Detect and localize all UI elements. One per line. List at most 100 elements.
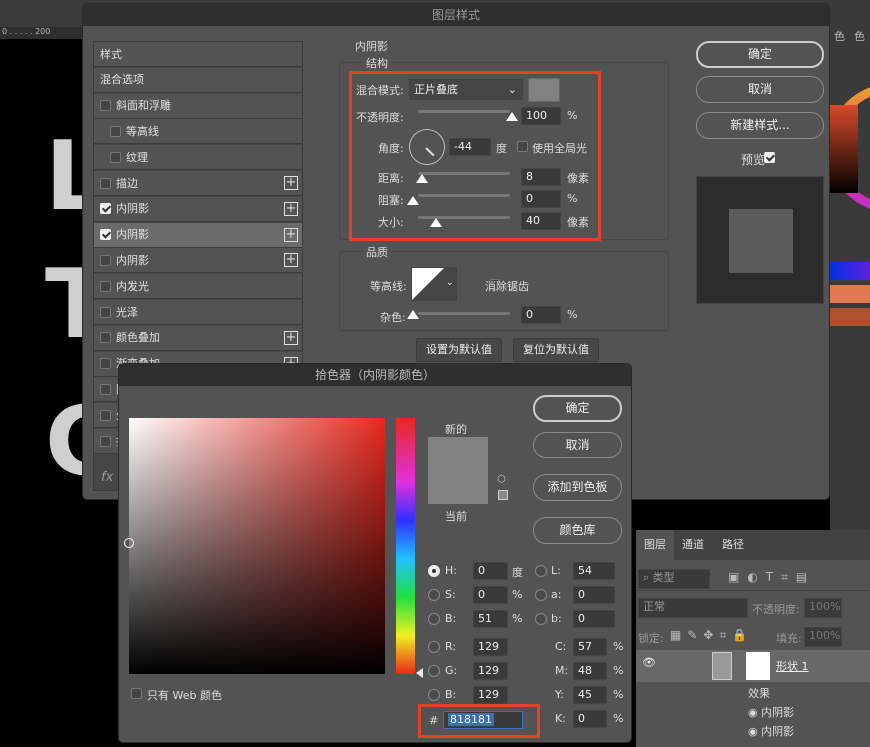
hsb-radio[interactable] <box>428 613 440 625</box>
style-checkbox[interactable] <box>100 254 111 266</box>
size-input[interactable]: 40 <box>521 212 561 230</box>
filter-icons[interactable]: ▣◐T⌗▤ <box>728 570 815 585</box>
style-list-item[interactable]: 描边 + <box>94 171 302 196</box>
style-checkbox[interactable] <box>100 203 111 215</box>
choke-slider[interactable] <box>418 194 510 197</box>
style-checkbox[interactable] <box>100 306 111 318</box>
layer-opacity-input[interactable]: 100% <box>804 598 842 618</box>
layer-name[interactable]: 形状 1 <box>776 658 809 674</box>
effect-item[interactable]: ◉ 内阴影 <box>748 723 794 739</box>
tab-layers[interactable]: 图层 <box>636 530 674 560</box>
style-checkbox[interactable] <box>100 177 111 189</box>
cancel-button[interactable]: 取消 <box>696 76 824 103</box>
style-checkbox[interactable] <box>100 435 111 447</box>
distance-slider-thumb[interactable] <box>416 174 428 183</box>
color-libraries-button[interactable]: 颜色库 <box>533 517 622 544</box>
lab-radio[interactable] <box>535 613 547 625</box>
eye-icon[interactable]: 👁 <box>642 656 656 669</box>
cmyk-input[interactable]: 48 <box>573 662 607 680</box>
style-checkbox[interactable] <box>100 100 111 112</box>
distance-input[interactable]: 8 <box>521 168 561 186</box>
blend-mode-select[interactable]: 正片叠底 ⌄ <box>409 79 523 100</box>
lock-icons[interactable]: ▦✎✥⌗🔒 <box>670 628 753 643</box>
preview-checkbox[interactable] <box>764 152 775 163</box>
noise-input[interactable]: 0 <box>521 306 561 324</box>
style-checkbox[interactable] <box>100 229 111 241</box>
add-to-swatches-button[interactable]: 添加到色板 <box>533 474 622 501</box>
style-checkbox[interactable] <box>100 358 111 370</box>
style-list-item[interactable]: 纹理 <box>94 145 302 171</box>
style-list-item[interactable]: 斜面和浮雕 <box>94 93 302 119</box>
new-style-button[interactable]: 新建样式... <box>696 112 824 139</box>
lab-input[interactable]: 0 <box>573 610 615 628</box>
panel-tab[interactable]: 色 <box>834 28 845 44</box>
fill-input[interactable]: 100% <box>804 627 842 647</box>
add-effect-plus-icon[interactable]: + <box>284 201 298 216</box>
rgb-input[interactable]: 129 <box>473 638 508 656</box>
style-checkbox[interactable] <box>110 151 121 163</box>
hsb-input[interactable]: 0 <box>473 562 508 580</box>
current-color-swatch[interactable] <box>428 471 488 504</box>
effect-item[interactable]: ◉ 内阴影 <box>748 704 794 720</box>
layer-filter-select[interactable]: ⌕ 类型 <box>638 569 710 589</box>
hue-slider[interactable] <box>396 418 415 674</box>
style-list-item[interactable]: 内阴影 + <box>94 222 302 248</box>
style-checkbox[interactable] <box>100 409 111 421</box>
fx-button[interactable]: fx <box>101 470 113 485</box>
ok-button[interactable]: 确定 <box>696 41 824 68</box>
web-safe-swatch[interactable] <box>498 490 508 500</box>
rgb-radio[interactable] <box>428 689 440 701</box>
style-checkbox[interactable] <box>100 280 111 292</box>
rgb-input[interactable]: 129 <box>473 662 508 680</box>
saturation-brightness-field[interactable] <box>124 418 385 674</box>
rgb-input[interactable]: 129 <box>473 686 508 704</box>
lab-radio[interactable] <box>535 589 547 601</box>
add-effect-plus-icon[interactable]: + <box>284 330 298 345</box>
hsb-input[interactable]: 0 <box>473 586 508 604</box>
style-checkbox[interactable] <box>110 125 121 137</box>
style-list-item[interactable]: 内阴影 + <box>94 196 302 222</box>
choke-input[interactable]: 0 <box>521 190 561 208</box>
style-list-item[interactable]: 混合选项 <box>94 67 302 93</box>
noise-slider[interactable] <box>418 312 510 315</box>
add-effect-plus-icon[interactable]: + <box>284 253 298 268</box>
out-of-gamut-cube-icon[interactable]: ⬡ <box>497 474 506 485</box>
color-wheel[interactable] <box>830 70 870 230</box>
lab-input[interactable]: 0 <box>573 586 615 604</box>
swatch-bar[interactable] <box>830 308 870 326</box>
rgb-radio[interactable] <box>428 665 440 677</box>
add-effect-plus-icon[interactable]: + <box>284 176 298 190</box>
swatch-bar[interactable] <box>830 285 870 303</box>
shadow-color-swatch[interactable] <box>528 78 560 102</box>
swatch-bar[interactable] <box>830 262 870 280</box>
lab-input[interactable]: 54 <box>573 562 615 580</box>
global-light-checkbox[interactable] <box>517 141 528 152</box>
cmyk-input[interactable]: 57 <box>573 638 607 656</box>
hsb-input[interactable]: 51 <box>473 610 508 628</box>
layer-blend-mode-select[interactable]: 正常 <box>638 598 748 618</box>
hsb-radio[interactable] <box>428 589 440 601</box>
style-checkbox[interactable] <box>100 332 111 344</box>
field-cursor[interactable] <box>124 538 134 548</box>
rgb-radio[interactable] <box>428 641 440 653</box>
lab-radio[interactable] <box>535 565 547 577</box>
style-checkbox[interactable] <box>100 383 111 395</box>
distance-slider[interactable] <box>418 172 510 175</box>
style-list-item[interactable]: 颜色叠加 + <box>94 325 302 351</box>
style-list-item[interactable]: 等高线 <box>94 119 302 145</box>
cmyk-input[interactable]: 45 <box>573 686 607 704</box>
reset-default-button[interactable]: 复位为默认值 <box>513 338 599 362</box>
set-default-button[interactable]: 设置为默认值 <box>416 338 502 362</box>
choke-slider-thumb[interactable] <box>407 196 419 205</box>
hue-slider-thumb[interactable] <box>416 668 423 678</box>
style-list-item[interactable]: 内发光 <box>94 274 302 300</box>
style-list-item[interactable]: 内阴影 + <box>94 248 302 274</box>
picker-ok-button[interactable]: 确定 <box>533 395 622 422</box>
opacity-slider[interactable] <box>418 110 510 113</box>
size-slider-thumb[interactable] <box>430 218 442 227</box>
tab-paths[interactable]: 路径 <box>714 530 752 560</box>
angle-input[interactable]: -44 <box>449 138 491 156</box>
opacity-slider-thumb[interactable] <box>506 112 518 121</box>
style-list-item[interactable]: 光泽 <box>94 300 302 325</box>
style-list-item[interactable]: 样式 <box>94 42 302 67</box>
